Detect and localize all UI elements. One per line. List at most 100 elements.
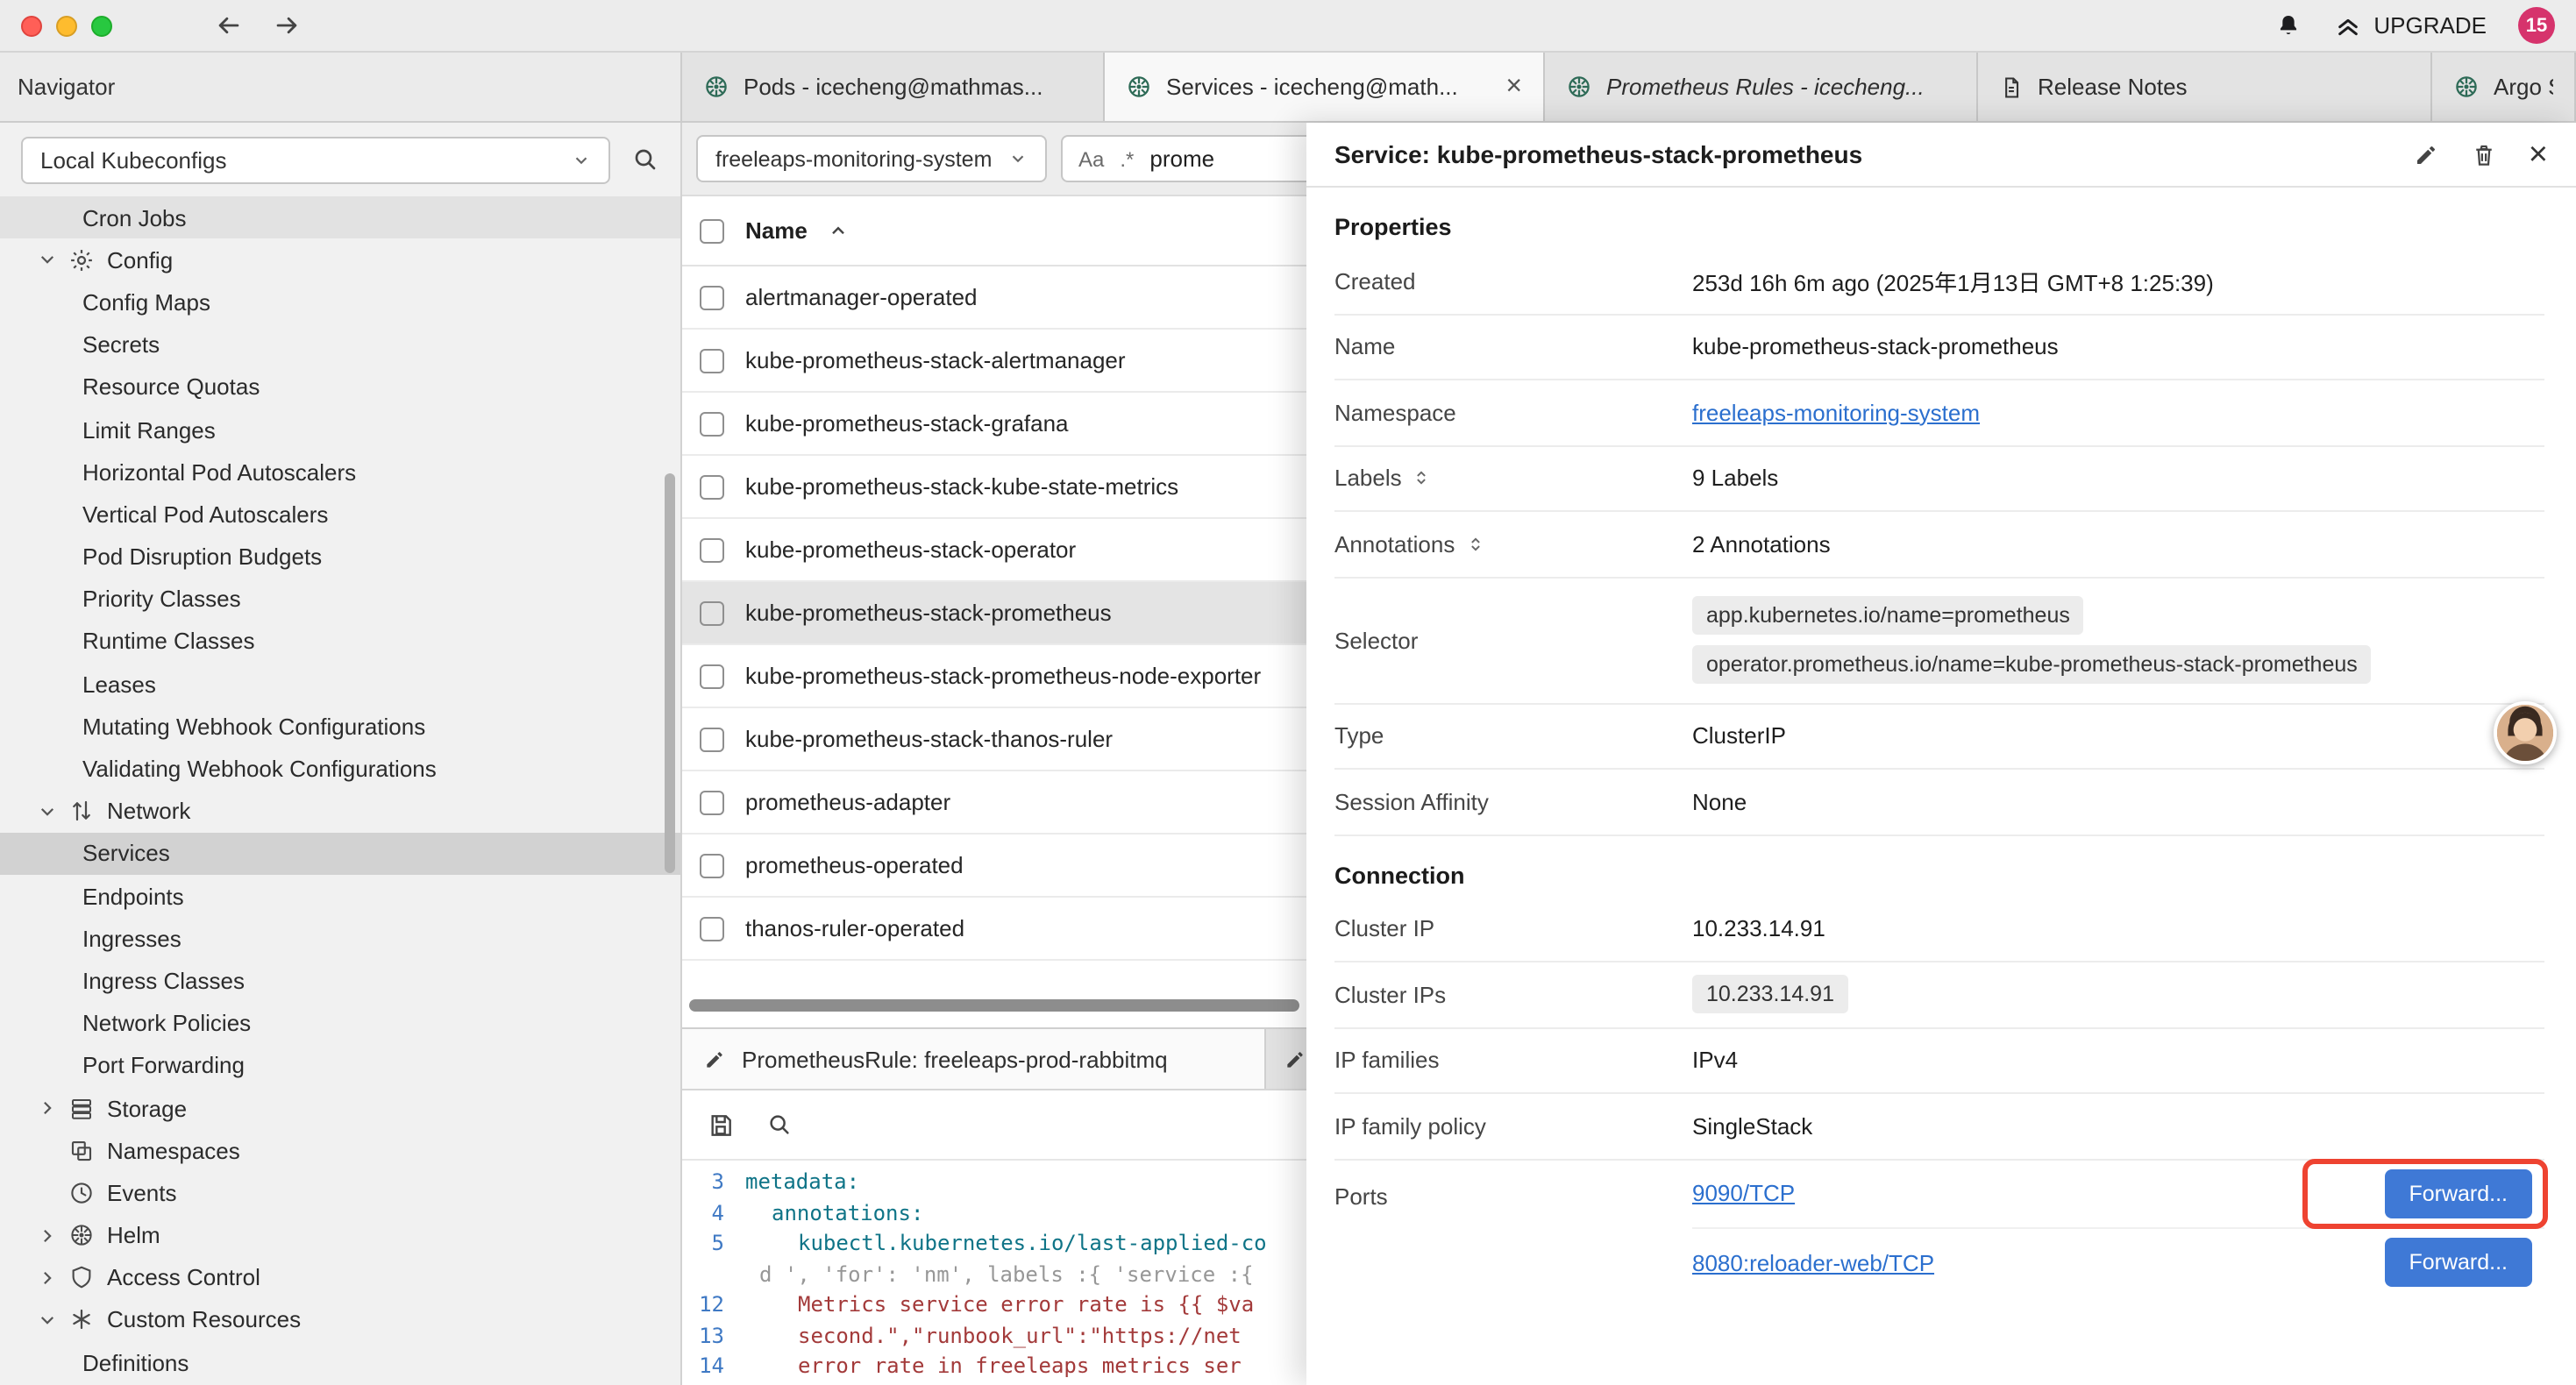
detail-label: Created bbox=[1334, 268, 1692, 295]
sidebar-item-network-policies[interactable]: Network Policies bbox=[0, 1002, 680, 1044]
close-window-button[interactable] bbox=[21, 15, 42, 36]
minimize-window-button[interactable] bbox=[56, 15, 77, 36]
sidebar-item-services[interactable]: Services bbox=[0, 833, 680, 875]
select-all-checkbox[interactable] bbox=[700, 218, 724, 243]
forward-button[interactable]: Forward... bbox=[2384, 1238, 2532, 1287]
row-checkbox[interactable] bbox=[700, 790, 724, 814]
sidebar-item-runtime-classes[interactable]: Runtime Classes bbox=[0, 621, 680, 663]
sidebar-item-leases[interactable]: Leases bbox=[0, 663, 680, 705]
sort-ascending-icon[interactable] bbox=[829, 220, 850, 241]
upgrade-button[interactable]: UPGRADE bbox=[2333, 11, 2487, 39]
sidebar-item-config[interactable]: Config bbox=[0, 238, 680, 281]
namespace-filter-select[interactable]: freeleaps-monitoring-system bbox=[696, 135, 1047, 182]
row-checkbox[interactable] bbox=[700, 285, 724, 309]
chevron-down-icon[interactable] bbox=[39, 802, 58, 820]
port-link-9090[interactable]: 9090/TCP bbox=[1692, 1180, 1795, 1206]
annotations-count[interactable]: 2 Annotations bbox=[1692, 531, 2544, 558]
sidebar-item-endpoints[interactable]: Endpoints bbox=[0, 875, 680, 917]
sidebar-item-namespaces[interactable]: Namespaces bbox=[0, 1129, 680, 1171]
labels-count[interactable]: 9 Labels bbox=[1692, 465, 2544, 492]
row-checkbox[interactable] bbox=[700, 348, 724, 373]
service-details-drawer: Service: kube-prometheus-stack-prometheu… bbox=[1306, 123, 2576, 1385]
chevron-down-icon[interactable] bbox=[39, 252, 58, 269]
expand-collapse-icon[interactable] bbox=[1413, 469, 1432, 488]
drawer-title: Service: kube-prometheus-stack-prometheu… bbox=[1334, 140, 1862, 168]
sidebar-item-priority-classes[interactable]: Priority Classes bbox=[0, 578, 680, 620]
sidebar-item-horizontal-pod-autoscalers[interactable]: Horizontal Pod Autoscalers bbox=[0, 451, 680, 493]
sidebar-item-label: Resource Quotas bbox=[82, 374, 260, 401]
sidebar-item-storage[interactable]: Storage bbox=[0, 1087, 680, 1129]
sidebar-item-secrets[interactable]: Secrets bbox=[0, 323, 680, 366]
sidebar-item-resource-quotas[interactable]: Resource Quotas bbox=[0, 366, 680, 408]
sidebar-scrollbar[interactable] bbox=[665, 473, 675, 873]
row-checkbox[interactable] bbox=[700, 600, 724, 625]
name-column-header[interactable]: Name bbox=[745, 217, 808, 244]
forward-button[interactable]: Forward... bbox=[2384, 1168, 2532, 1218]
sidebar-item-access-control[interactable]: Access Control bbox=[0, 1256, 680, 1298]
sidebar-item-port-forwarding[interactable]: Port Forwarding bbox=[0, 1045, 680, 1087]
tab-services[interactable]: Services - icecheng@math... × bbox=[1105, 53, 1545, 121]
tab-argo[interactable]: Argo S bbox=[2432, 53, 2576, 121]
row-checkbox[interactable] bbox=[700, 853, 724, 877]
detail-label: Session Affinity bbox=[1334, 789, 1692, 815]
sidebar-item-vertical-pod-autoscalers[interactable]: Vertical Pod Autoscalers bbox=[0, 494, 680, 536]
chevron-right-icon[interactable] bbox=[39, 1269, 58, 1287]
chevron-right-icon[interactable] bbox=[39, 1226, 58, 1244]
sidebar-item-ingresses[interactable]: Ingresses bbox=[0, 917, 680, 959]
expand-collapse-icon[interactable] bbox=[1465, 535, 1484, 554]
back-button[interactable] bbox=[214, 11, 244, 40]
sidebar-item-mutating-webhook-configurations[interactable]: Mutating Webhook Configurations bbox=[0, 706, 680, 748]
ip-family-policy-value: SingleStack bbox=[1692, 1113, 2544, 1140]
regex-toggle[interactable]: .* bbox=[1120, 146, 1134, 171]
match-case-toggle[interactable]: Aa bbox=[1078, 146, 1104, 171]
forward-button[interactable] bbox=[272, 11, 302, 40]
sidebar-item-network[interactable]: Network bbox=[0, 790, 680, 832]
tab-release-notes[interactable]: Release Notes bbox=[1978, 53, 2432, 121]
sidebar-item-ingress-classes[interactable]: Ingress Classes bbox=[0, 960, 680, 1002]
events-clock-icon bbox=[68, 1180, 96, 1206]
row-checkbox[interactable] bbox=[700, 664, 724, 688]
row-checkbox[interactable] bbox=[700, 916, 724, 941]
chevron-down-icon[interactable] bbox=[39, 1311, 58, 1329]
port-link-8080[interactable]: 8080:reloader-web/TCP bbox=[1692, 1249, 1934, 1275]
tab-prometheus-rules[interactable]: Prometheus Rules - icecheng... bbox=[1545, 53, 1978, 121]
user-avatar[interactable] bbox=[2494, 701, 2557, 764]
sidebar-search-icon[interactable] bbox=[631, 146, 659, 174]
sidebar-item-limit-ranges[interactable]: Limit Ranges bbox=[0, 408, 680, 451]
notification-count-badge[interactable]: 15 bbox=[2518, 7, 2555, 44]
sidebar-item-label: Horizontal Pod Autoscalers bbox=[82, 458, 356, 485]
sidebar-item-helm[interactable]: Helm bbox=[0, 1214, 680, 1256]
chevron-right-icon[interactable] bbox=[39, 1099, 58, 1117]
document-icon bbox=[1999, 75, 2024, 99]
namespace-link[interactable]: freeleaps-monitoring-system bbox=[1692, 400, 1980, 426]
close-drawer-button[interactable]: × bbox=[2529, 138, 2548, 171]
notifications-bell-icon[interactable] bbox=[2274, 11, 2302, 39]
kubeconfig-selector[interactable]: Local Kubeconfigs bbox=[21, 136, 610, 183]
sidebar-item-validating-webhook-configurations[interactable]: Validating Webhook Configurations bbox=[0, 748, 680, 790]
save-button[interactable] bbox=[707, 1111, 735, 1139]
tab-pods[interactable]: Pods - icecheng@mathmas... bbox=[682, 53, 1105, 121]
sidebar-item-config-maps[interactable]: Config Maps bbox=[0, 281, 680, 323]
sidebar-item-pod-disruption-budgets[interactable]: Pod Disruption Budgets bbox=[0, 536, 680, 578]
sidebar-item-definitions[interactable]: Definitions bbox=[0, 1341, 680, 1383]
sidebar-item-cron-jobs[interactable]: Cron Jobs bbox=[0, 196, 680, 238]
row-checkbox[interactable] bbox=[700, 474, 724, 499]
sidebar-item-custom-resources[interactable]: Custom Resources bbox=[0, 1299, 680, 1341]
edit-button[interactable] bbox=[2413, 141, 2439, 167]
line-number: 14 bbox=[682, 1352, 745, 1382]
row-checkbox[interactable] bbox=[700, 411, 724, 436]
zoom-window-button[interactable] bbox=[91, 15, 112, 36]
code-line: kubectl.kubernetes.io/last-applied-co bbox=[745, 1229, 1267, 1260]
horizontal-scrollbar[interactable] bbox=[689, 999, 1299, 1012]
row-checkbox[interactable] bbox=[700, 727, 724, 751]
close-tab-icon[interactable]: × bbox=[1505, 73, 1522, 101]
namespace-filter-value: freeleaps-monitoring-system bbox=[715, 146, 992, 171]
dock-tab-prometheusrule[interactable]: PrometheusRule: freeleaps-prod-rabbitmq bbox=[682, 1029, 1266, 1089]
session-affinity-value: None bbox=[1692, 789, 2544, 815]
row-checkbox[interactable] bbox=[700, 537, 724, 562]
chevron-down-icon bbox=[1008, 149, 1028, 168]
app-window: UPGRADE 15 Navigator Pods - icecheng@mat… bbox=[0, 0, 2576, 1385]
editor-search-button[interactable] bbox=[766, 1112, 793, 1138]
sidebar-item-events[interactable]: Events bbox=[0, 1172, 680, 1214]
delete-button[interactable] bbox=[2471, 141, 2497, 167]
